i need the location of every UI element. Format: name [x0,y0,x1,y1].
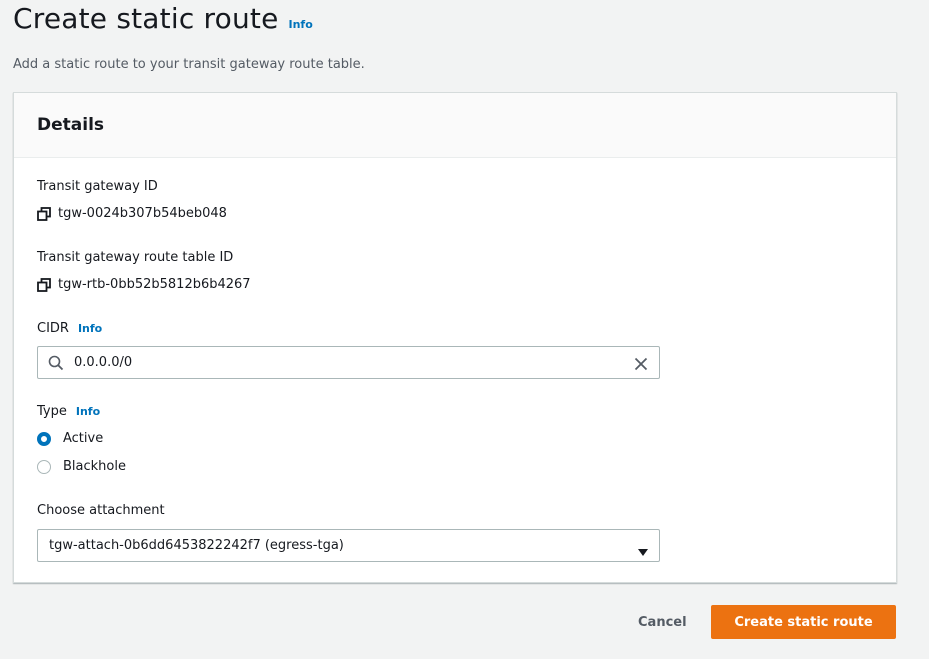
type-label: Type Info [37,404,100,419]
details-panel: Details Transit gateway ID tgw-0024b307b… [13,92,897,583]
transit-gateway-id-text: tgw-0024b307b54beb048 [58,206,227,221]
radio-active-control[interactable] [37,431,51,446]
cidr-search-field[interactable] [37,346,660,379]
transit-gateway-id-label: Transit gateway ID [37,179,158,194]
route-table-id-label: Transit gateway route table ID [37,250,233,265]
type-radio-active[interactable]: Active [37,431,103,446]
page-description: Add a static route to your transit gatew… [13,57,365,72]
attachment-selected-value: tgw-attach-0b6dd6453822242f7 (egress-tga… [49,538,344,553]
transit-gateway-id-value: tgw-0024b307b54beb048 [37,206,227,221]
search-icon [48,355,64,371]
details-panel-header: Details [14,93,896,158]
create-static-route-button[interactable]: Create static route [711,605,896,639]
radio-blackhole-control[interactable] [37,459,51,474]
cidr-input[interactable] [74,355,634,370]
details-title: Details [37,115,105,135]
attachment-label-text: Choose attachment [37,503,165,518]
page-title: Create static route [13,2,279,35]
close-icon[interactable] [634,356,648,370]
caret-down-icon [638,542,648,556]
cidr-label-text: CIDR [37,321,69,336]
cancel-button[interactable]: Cancel [626,606,699,639]
transit-gateway-id-label-text: Transit gateway ID [37,179,158,194]
radio-active-label: Active [63,431,104,446]
attachment-label: Choose attachment [37,503,165,518]
radio-blackhole-label: Blackhole [63,459,126,474]
page-header: Create static route Info [13,2,313,35]
type-info-link[interactable]: Info [76,405,100,418]
route-table-id-value: tgw-rtb-0bb52b5812b6b4267 [37,277,251,292]
copy-icon[interactable] [37,206,51,221]
cidr-label: CIDR Info [37,321,102,336]
route-table-id-label-text: Transit gateway route table ID [37,250,234,265]
type-radio-blackhole[interactable]: Blackhole [37,459,126,474]
page-info-link[interactable]: Info [289,18,313,31]
copy-icon[interactable] [37,277,51,292]
cidr-info-link[interactable]: Info [78,322,102,335]
type-label-text: Type [37,404,67,419]
attachment-select[interactable]: tgw-attach-0b6dd6453822242f7 (egress-tga… [37,529,660,562]
route-table-id-text: tgw-rtb-0bb52b5812b6b4267 [58,277,251,292]
